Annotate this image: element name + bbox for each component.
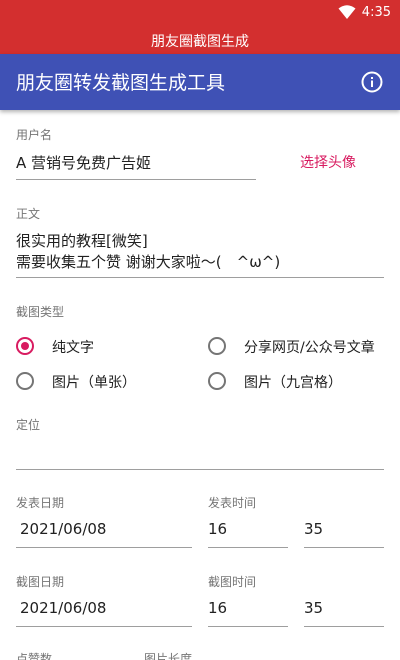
username-input[interactable]: A 营销号免费广告姬 xyxy=(16,152,151,173)
status-time: 4:35 xyxy=(361,5,391,20)
publish-time-label: 发表时间 xyxy=(208,496,257,510)
location-input[interactable] xyxy=(16,469,384,470)
publish-date-input[interactable]: 2021/06/08 xyxy=(20,520,106,538)
shot-minute-underline xyxy=(304,626,384,627)
type-label: 截图类型 xyxy=(16,305,65,319)
likes-label: 点赞数 xyxy=(16,652,53,660)
body-underline xyxy=(16,277,384,278)
status-bar: 4:35 朋友圈截图生成 xyxy=(0,0,400,54)
shot-minute-input[interactable]: 35 xyxy=(304,599,323,617)
publish-hour-input[interactable]: 16 xyxy=(208,520,227,538)
username-underline xyxy=(16,179,256,180)
publish-date-label: 发表日期 xyxy=(16,496,65,510)
publish-minute-input[interactable]: 35 xyxy=(304,520,323,538)
body-input-line-2[interactable]: 需要收集五个赞 谢谢大家啦～( ^ω^) xyxy=(16,251,280,272)
info-icon[interactable] xyxy=(360,70,384,94)
shot-hour-underline xyxy=(208,626,288,627)
app-bar: 朋友圈转发截图生成工具 xyxy=(0,54,400,110)
image-length-label: 图片长度 xyxy=(144,652,193,660)
username-label: 用户名 xyxy=(16,128,53,142)
wifi-icon xyxy=(338,5,356,19)
window-title: 朋友圈截图生成 xyxy=(151,34,249,50)
shot-date-underline xyxy=(16,626,192,627)
shot-date-label: 截图日期 xyxy=(16,575,65,589)
location-label: 定位 xyxy=(16,418,41,432)
radio-text-only[interactable] xyxy=(16,337,34,355)
radio-share-article[interactable] xyxy=(208,337,226,355)
body-input-line-1[interactable]: 很实用的教程[微笑] xyxy=(16,230,148,251)
shot-hour-input[interactable]: 16 xyxy=(208,599,227,617)
choose-avatar-button[interactable]: 选择头像 xyxy=(300,152,356,172)
page-title: 朋友圈转发截图生成工具 xyxy=(16,72,226,94)
publish-hour-underline xyxy=(208,547,288,548)
radio-single-image[interactable] xyxy=(16,372,34,390)
radio-single-image-label[interactable]: 图片（单张） xyxy=(52,372,136,392)
publish-date-underline xyxy=(16,547,192,548)
shot-time-label: 截图时间 xyxy=(208,575,257,589)
radio-nine-grid-label[interactable]: 图片（九宫格） xyxy=(244,372,342,392)
publish-minute-underline xyxy=(304,547,384,548)
shot-date-input[interactable]: 2021/06/08 xyxy=(20,599,106,617)
radio-nine-grid[interactable] xyxy=(208,372,226,390)
radio-text-only-label[interactable]: 纯文字 xyxy=(52,337,94,357)
radio-share-article-label[interactable]: 分享网页/公众号文章 xyxy=(244,337,375,357)
body-label: 正文 xyxy=(16,207,41,221)
